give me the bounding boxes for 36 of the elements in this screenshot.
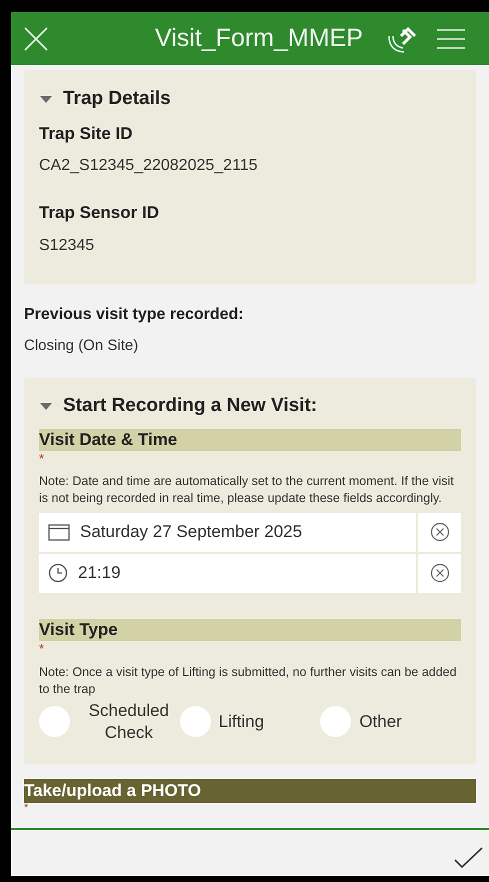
checkmark-icon[interactable] bbox=[453, 846, 483, 870]
field-value: CA2_S12345_22082025_2115 bbox=[39, 156, 259, 176]
caret-down-icon[interactable] bbox=[39, 401, 53, 412]
caret-down-icon[interactable] bbox=[39, 94, 53, 104]
radio-button[interactable] bbox=[39, 706, 70, 737]
required-asterisk: * bbox=[39, 450, 44, 466]
field-label: Previous visit type recorded: bbox=[24, 304, 245, 324]
clear-button[interactable] bbox=[418, 554, 461, 592]
radio-label[interactable]: Other bbox=[359, 710, 402, 732]
field-label: Trap Site ID bbox=[39, 122, 134, 144]
field-value: S12345 bbox=[39, 236, 96, 256]
clear-icon bbox=[430, 522, 450, 542]
note-text: Note: Once a visit type of Lifting is submitted, no further visits can be added to the trap bbox=[39, 664, 458, 698]
radio-label[interactable]: Lifting bbox=[218, 710, 264, 732]
date-field[interactable]: Saturday 27 September 2025 bbox=[39, 512, 416, 552]
required-asterisk: * bbox=[39, 640, 44, 656]
calendar-icon bbox=[48, 523, 70, 541]
field-label: Trap Sensor ID bbox=[39, 202, 160, 224]
close-icon[interactable] bbox=[23, 26, 49, 52]
radio-button[interactable] bbox=[320, 706, 352, 737]
clock-icon bbox=[48, 563, 68, 583]
required-asterisk: * bbox=[24, 802, 28, 814]
section-title[interactable]: Start Recording a New Visit: bbox=[63, 392, 318, 420]
question-label: Visit Type bbox=[39, 618, 461, 640]
section-title[interactable]: Trap Details bbox=[63, 85, 171, 114]
note-text: Note: Date and time are automatically set to the current moment. If the visit is not being recorded in real time, please update these fields accordingly. bbox=[39, 472, 455, 506]
time-field[interactable]: 21:19 bbox=[39, 554, 416, 592]
clear-button[interactable] bbox=[418, 512, 461, 552]
radio-label[interactable]: Scheduled Check bbox=[78, 700, 180, 744]
field-value: Closing (On Site) bbox=[24, 336, 140, 356]
question-label: Visit Date & Time bbox=[39, 428, 461, 450]
question-label: Take/upload a PHOTO bbox=[24, 778, 476, 802]
radio-button[interactable] bbox=[180, 706, 211, 737]
form-title: Visit_Form_MMEP bbox=[155, 22, 363, 54]
menu-icon[interactable] bbox=[436, 26, 465, 50]
clear-icon bbox=[430, 563, 450, 583]
